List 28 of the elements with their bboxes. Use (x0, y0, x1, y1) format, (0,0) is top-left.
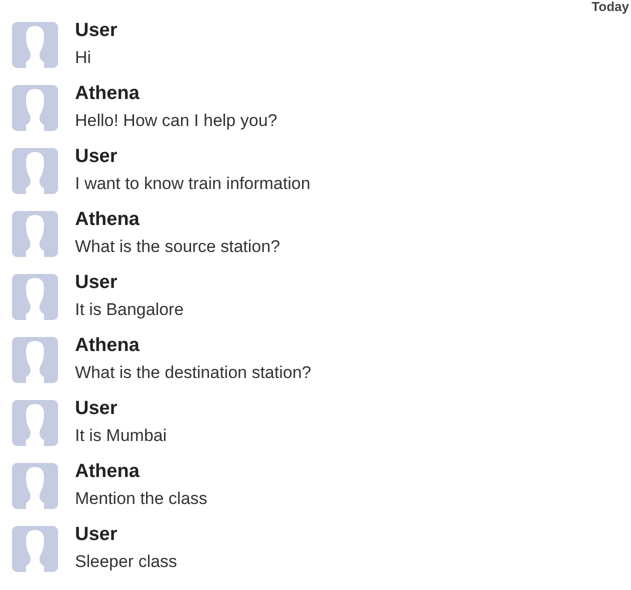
sender-name: User (75, 146, 118, 168)
avatar-icon (12, 400, 58, 446)
message-text: I want to know train information (75, 173, 310, 195)
sender-name: Athena (75, 209, 140, 231)
date-label: Today (592, 0, 629, 14)
message-text: What is the destination station? (75, 362, 312, 384)
sender-name: User (75, 524, 118, 546)
sender-name: User (75, 20, 118, 42)
message-text: Hi (75, 47, 92, 69)
avatar-icon (12, 211, 58, 257)
avatar-icon (12, 526, 58, 572)
message-text: It is Mumbai (75, 425, 167, 447)
sender-name: User (75, 272, 118, 294)
message-text: Sleeper class (75, 551, 178, 573)
avatar-icon (12, 337, 58, 383)
sender-name: Athena (75, 335, 140, 357)
avatar-icon (12, 148, 58, 194)
avatar-icon (12, 274, 58, 320)
sender-name: Athena (75, 461, 140, 483)
message-text: Hello! How can I help you? (75, 110, 278, 132)
avatar-icon (12, 85, 58, 131)
message-text: Mention the class (75, 488, 208, 510)
sender-name: Athena (75, 83, 140, 105)
message-text: What is the source station? (75, 236, 280, 258)
avatar-icon (12, 463, 58, 509)
sender-name: User (75, 398, 118, 420)
message-text: It is Bangalore (75, 299, 184, 321)
avatar-icon (12, 22, 58, 68)
